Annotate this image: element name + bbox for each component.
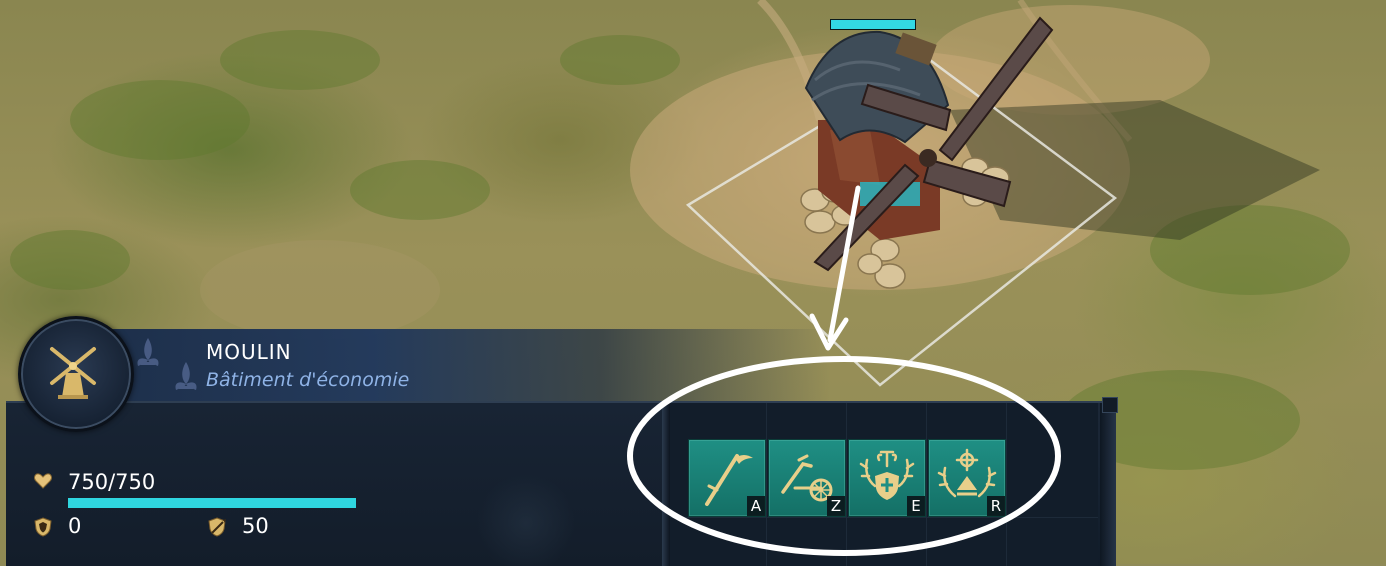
hotkey-label: R bbox=[987, 496, 1005, 516]
command-button-antler-shield[interactable]: E bbox=[848, 439, 926, 517]
health-text: 750/750 bbox=[68, 470, 156, 494]
unit-portrait[interactable] bbox=[18, 316, 134, 432]
grid-line bbox=[846, 403, 847, 566]
arrow-shield-icon bbox=[208, 517, 226, 537]
hotkey-label: A bbox=[747, 496, 765, 516]
building-health-bar bbox=[830, 19, 916, 30]
command-button-plow[interactable]: Z bbox=[768, 439, 846, 517]
unit-type: Bâtiment d'économie bbox=[206, 369, 410, 391]
building-health-fill bbox=[831, 20, 915, 29]
fleur-de-lis-emblem bbox=[137, 338, 197, 390]
ranged-armor-value: 50 bbox=[242, 514, 269, 538]
grid-line bbox=[1006, 403, 1007, 566]
hotkey-label: Z bbox=[827, 496, 845, 516]
command-button-scythe[interactable]: A bbox=[688, 439, 766, 517]
grid-line bbox=[926, 403, 927, 566]
hotkey-label: E bbox=[907, 496, 925, 516]
health-bar bbox=[68, 498, 356, 508]
grid-line bbox=[670, 517, 1098, 518]
panel-edge bbox=[1100, 403, 1116, 566]
shield-icon bbox=[34, 517, 52, 537]
grid-line bbox=[766, 403, 767, 566]
health-bar-fill bbox=[68, 498, 356, 508]
panel-notch bbox=[1102, 397, 1118, 413]
melee-armor-value: 0 bbox=[68, 514, 82, 538]
command-button-antler-compass[interactable]: R bbox=[928, 439, 1006, 517]
heart-icon bbox=[34, 473, 52, 489]
windmill-icon bbox=[50, 347, 96, 399]
unit-name: MOULIN bbox=[206, 340, 292, 364]
panel-divider bbox=[662, 403, 670, 566]
